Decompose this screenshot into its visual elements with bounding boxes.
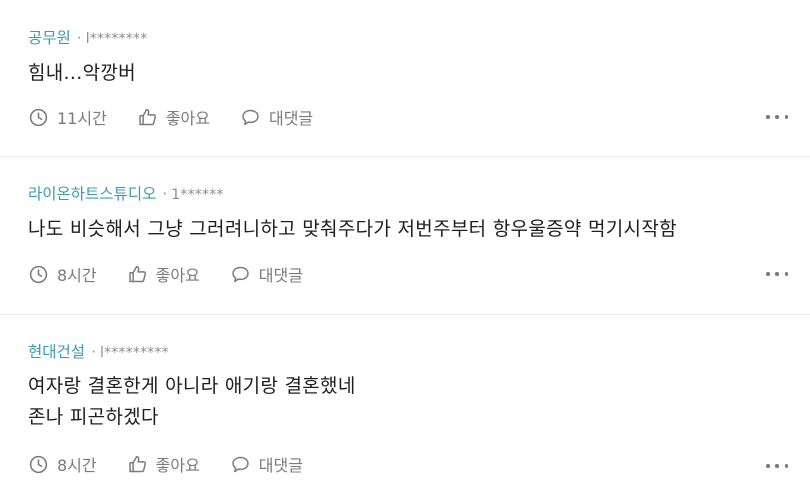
speech-bubble-icon xyxy=(232,456,249,472)
comment-meta: 라이온하트스튜디오 · 1****** xyxy=(28,184,224,205)
comment-user-id: l******** xyxy=(85,31,148,47)
comment-meta: 현대건설 · l********* xyxy=(28,342,169,363)
clock-icon xyxy=(29,265,48,283)
comment-meta: 공무원 · l******** xyxy=(28,28,147,49)
reply-button[interactable]: 대댓글 xyxy=(240,105,313,129)
reply-label: 대댓글 xyxy=(258,266,303,285)
comment-item: 현대건설 · l********* 여자랑 결혼한게 아니라 애기랑 결혼했네 존나… xyxy=(0,315,810,499)
meta-separator: · xyxy=(91,343,96,361)
comment-item: 공무원 · l******** 힘내...악깡버 11시간 좋아요 대댓글 xyxy=(0,0,810,157)
comment-user-id: l********* xyxy=(99,345,169,361)
comment-author[interactable]: 현대건설 xyxy=(28,343,85,361)
more-options-button[interactable] xyxy=(766,269,788,279)
more-dot xyxy=(766,464,770,468)
time-label: 8시간 xyxy=(57,456,97,475)
reply-button[interactable]: 대댓글 xyxy=(230,262,303,286)
reply-label: 대댓글 xyxy=(268,109,314,128)
comment-actions: 11시간 좋아요 대댓글 xyxy=(28,106,788,128)
time-label: 8시간 xyxy=(57,266,97,285)
comment-author[interactable]: 라이온하트스튜디오 xyxy=(28,185,156,203)
comment-time: 8시간 xyxy=(28,452,97,476)
more-dot xyxy=(775,115,779,119)
comment-list: 공무원 · l******** 힘내...악깡버 11시간 좋아요 대댓글 라이온하… xyxy=(0,0,810,499)
more-dot xyxy=(766,115,770,119)
time-label: 11시간 xyxy=(57,109,107,128)
more-dot xyxy=(775,464,779,468)
speech-bubble-icon xyxy=(232,266,249,282)
like-button[interactable]: 좋아요 xyxy=(137,105,210,129)
meta-separator: · xyxy=(162,185,168,203)
comment-author[interactable]: 공무원 xyxy=(28,29,71,47)
comment-actions: 8시간 좋아요 대댓글 xyxy=(28,263,788,285)
like-label: 좋아요 xyxy=(165,109,210,128)
more-dot xyxy=(784,272,788,276)
thumbs-up-icon xyxy=(128,265,146,282)
like-label: 좋아요 xyxy=(155,456,200,475)
comment-text: 여자랑 결혼한게 아니라 애기랑 결혼했네 존나 피곤하겠다 xyxy=(28,375,356,428)
speech-bubble-icon xyxy=(242,109,259,125)
comment-user-id: 1****** xyxy=(171,187,224,203)
reply-button[interactable]: 대댓글 xyxy=(230,452,303,476)
thumbs-up-icon xyxy=(128,455,146,472)
like-label: 좋아요 xyxy=(155,266,200,285)
comment-item: 라이온하트스튜디오 · 1****** 나도 비슷해서 그냥 그러려니하고 맞춰주다… xyxy=(0,157,810,315)
more-dot xyxy=(766,272,770,276)
like-button[interactable]: 좋아요 xyxy=(127,452,200,476)
like-button[interactable]: 좋아요 xyxy=(127,262,200,286)
clock-icon xyxy=(29,455,48,473)
more-options-button[interactable] xyxy=(766,112,788,122)
more-dot xyxy=(775,272,779,276)
comment-text: 힘내...악깡버 xyxy=(28,62,136,84)
more-dot xyxy=(784,115,788,119)
reply-label: 대댓글 xyxy=(258,456,303,475)
thumbs-up-icon xyxy=(139,108,156,125)
more-options-button[interactable] xyxy=(766,461,788,471)
clock-icon xyxy=(29,108,48,126)
meta-separator: · xyxy=(76,29,82,47)
more-dot xyxy=(784,464,788,468)
comment-actions: 8시간 좋아요 대댓글 xyxy=(28,453,788,475)
comment-text: 나도 비슷해서 그냥 그러려니하고 맞춰주다가 저번주부터 항우울증약 먹기시작… xyxy=(28,218,677,240)
comment-time: 8시간 xyxy=(28,262,97,286)
comment-time: 11시간 xyxy=(28,105,107,129)
